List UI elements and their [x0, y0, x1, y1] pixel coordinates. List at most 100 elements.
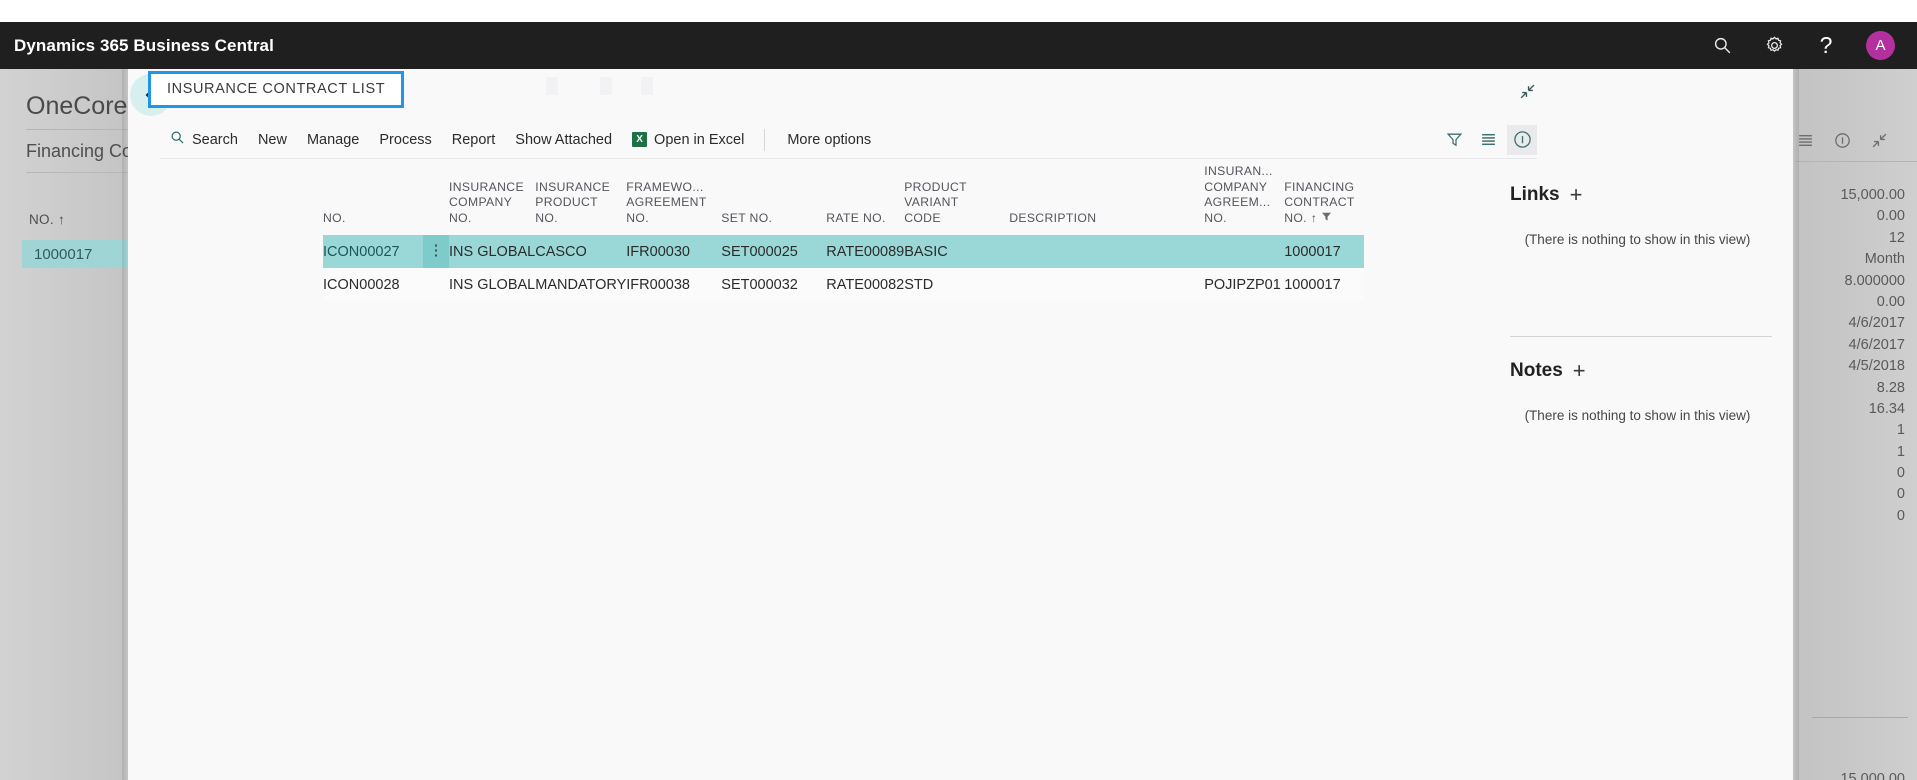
background-value: 0: [1896, 465, 1905, 482]
filter-icon[interactable]: [1439, 125, 1469, 155]
column-header-insurance_company_no[interactable]: INSURANCE COMPANY NO.: [449, 164, 535, 235]
search-icon[interactable]: [1710, 34, 1734, 58]
cell-description[interactable]: [1009, 235, 1205, 268]
background-value: 4/6/2017: [1848, 315, 1905, 332]
gear-icon[interactable]: [1762, 34, 1786, 58]
list-view-icon[interactable]: [1473, 125, 1503, 155]
column-header-set_no[interactable]: SET NO.: [721, 164, 826, 235]
column-header-product_variant_code[interactable]: PRODUCT VARIANT CODE: [904, 164, 1009, 235]
background-value: 16.34: [1868, 400, 1905, 417]
app-root: OneCore Financing Co NO. ↑ 1000017 15,00…: [0, 0, 1917, 780]
background-page-title: OneCore: [26, 92, 128, 120]
cell-financing_contract_no[interactable]: 1000017: [1284, 268, 1365, 301]
column-header-insurance_company_agreement_no[interactable]: INSURAN... COMPANY AGREEM... NO.: [1204, 164, 1284, 235]
background-value: 4/6/2017: [1848, 336, 1905, 353]
sort-ascending-icon: ↑: [1306, 210, 1318, 225]
column-header-dots[interactable]: [423, 164, 449, 235]
toolbar-separator: [764, 128, 766, 151]
cell-framework_agreement_no[interactable]: IFR00030: [626, 235, 722, 268]
insurance-contract-table: NO. INSURANCE COMPANY NO. INSURANCE PRODUCT NO…: [323, 164, 1365, 301]
column-header-no[interactable]: NO.: [323, 164, 423, 235]
links-empty-message: (There is nothing to show in this view): [1524, 232, 1751, 247]
cell-insurance_company_agreement_no[interactable]: POJIPZP01: [1204, 268, 1285, 301]
dialog-title-button[interactable]: INSURANCE CONTRACT LIST: [148, 71, 405, 108]
background-value: 0.00: [1876, 293, 1905, 310]
column-header-label: SET NO.: [721, 210, 773, 225]
cell-insurance_company_no[interactable]: INS GLOBAL: [449, 268, 536, 301]
cell-no[interactable]: ICON00028: [323, 268, 423, 301]
cell-insurance_company_agreement_no[interactable]: [1204, 235, 1285, 268]
cell-product_variant_code[interactable]: BASIC: [904, 235, 1010, 268]
column-header-insurance_product_no[interactable]: INSURANCE PRODUCT NO.: [535, 164, 626, 235]
column-header-label: RATE NO.: [826, 210, 886, 225]
toolbar-more-options[interactable]: More options: [775, 128, 883, 152]
dialog-toolbar: Search New Manage Process Report Show At…: [160, 121, 1537, 159]
add-link-icon[interactable]: +: [1570, 184, 1583, 206]
app-top-bar: Dynamics 365 Business Central ? A: [0, 22, 1917, 69]
cell-insurance_product_no[interactable]: CASCO: [535, 235, 627, 268]
help-icon[interactable]: ?: [1814, 34, 1838, 58]
avatar[interactable]: A: [1866, 31, 1895, 60]
list-view-icon[interactable]: [1797, 132, 1814, 154]
toolbar-item-report[interactable]: Report: [442, 128, 506, 152]
toolbar-item-search[interactable]: Search: [160, 126, 248, 153]
cell-rate_no[interactable]: RATE00089: [826, 235, 905, 268]
cell-description[interactable]: [1009, 268, 1205, 301]
background-right-icon-group: [1793, 125, 1917, 161]
table-row[interactable]: ICON00028 INS GLOBAL MANDATORY IFR00038 SET0…: [323, 268, 1365, 301]
cell-rate_no[interactable]: RATE00082: [826, 268, 905, 301]
cell-product_variant_code[interactable]: STD: [904, 268, 1010, 301]
top-bar-actions: ? A: [1710, 31, 1895, 60]
column-header-financing_contract_no[interactable]: FINANCING CONTRACT NO. ↑: [1284, 164, 1364, 235]
column-header-label: INSURANCE COMPANY NO.: [449, 179, 524, 225]
links-section-header: Links +: [1510, 184, 1793, 206]
toolbar-item-manage[interactable]: Manage: [297, 128, 369, 152]
dialog-title: INSURANCE CONTRACT LIST: [167, 81, 386, 97]
info-icon[interactable]: [1507, 124, 1537, 155]
modal-shadow-left: [122, 69, 128, 780]
column-header-label: DESCRIPTION: [1009, 210, 1097, 225]
column-header-framework_agreement_no[interactable]: FRAMEWO... AGREEMENT NO.: [626, 164, 721, 235]
dialog-collapse-button[interactable]: [1513, 77, 1541, 105]
column-filter-icon[interactable]: [1321, 211, 1332, 225]
table-header: NO. INSURANCE COMPANY NO. INSURANCE PRODUCT NO…: [323, 164, 1364, 235]
info-icon[interactable]: [1834, 132, 1851, 154]
toolbar-item-new[interactable]: New: [248, 128, 297, 152]
cell-no[interactable]: ICON00027: [323, 235, 423, 268]
toolbar-item-show-attached[interactable]: Show Attached: [505, 128, 622, 152]
toolbar-item-open-in-excel[interactable]: X Open in Excel: [622, 128, 754, 152]
background-selected-cell[interactable]: 1000017: [22, 240, 128, 268]
column-header-rate_no[interactable]: RATE NO.: [826, 164, 904, 235]
cell-set_no[interactable]: SET000032: [721, 268, 827, 301]
cell-dots[interactable]: [423, 268, 449, 301]
ghost-shape-3: [641, 77, 653, 95]
dialog-header: INSURANCE CONTRACT LIST: [128, 69, 1793, 121]
background-value: 8.000000: [1844, 272, 1905, 289]
cell-insurance_company_no[interactable]: INS GLOBAL: [449, 235, 536, 268]
notes-empty-message: (There is nothing to show in this view): [1524, 408, 1751, 423]
background-value: 1: [1896, 422, 1905, 439]
cell-framework_agreement_no[interactable]: IFR00038: [626, 268, 722, 301]
notes-title: Notes: [1510, 360, 1563, 381]
ghost-shape-2: [600, 77, 612, 95]
cell-set_no[interactable]: SET000025: [721, 235, 827, 268]
cell-dots[interactable]: ⋮: [423, 235, 449, 268]
collapse-icon[interactable]: [1871, 132, 1888, 154]
toolbar-item-process[interactable]: Process: [369, 128, 441, 152]
column-header-label: FINANCING CONTRACT NO.: [1284, 179, 1355, 225]
background-divider-1: [26, 129, 136, 130]
cell-financing_contract_no[interactable]: 1000017: [1284, 235, 1365, 268]
background-value: 12: [1888, 229, 1905, 246]
modal-shadow-right: [1793, 69, 1799, 780]
background-total-divider: [1812, 717, 1908, 718]
notes-section-header: Notes +: [1510, 360, 1793, 382]
links-title: Links: [1510, 184, 1560, 205]
toolbar-label-search: Search: [192, 131, 238, 148]
table-row[interactable]: ICON00027 ⋮ INS GLOBAL CASCO IFR00030 SET0000…: [323, 235, 1365, 268]
cell-insurance_product_no[interactable]: MANDATORY: [535, 268, 627, 301]
background-left-strip: OneCore Financing Co NO. ↑ 1000017: [0, 69, 136, 780]
column-header-description[interactable]: DESCRIPTION: [1009, 164, 1204, 235]
add-note-icon[interactable]: +: [1573, 360, 1586, 382]
search-icon: [170, 130, 185, 149]
background-value-list-lower: 15,000.00554.220.00: [1793, 769, 1905, 780]
